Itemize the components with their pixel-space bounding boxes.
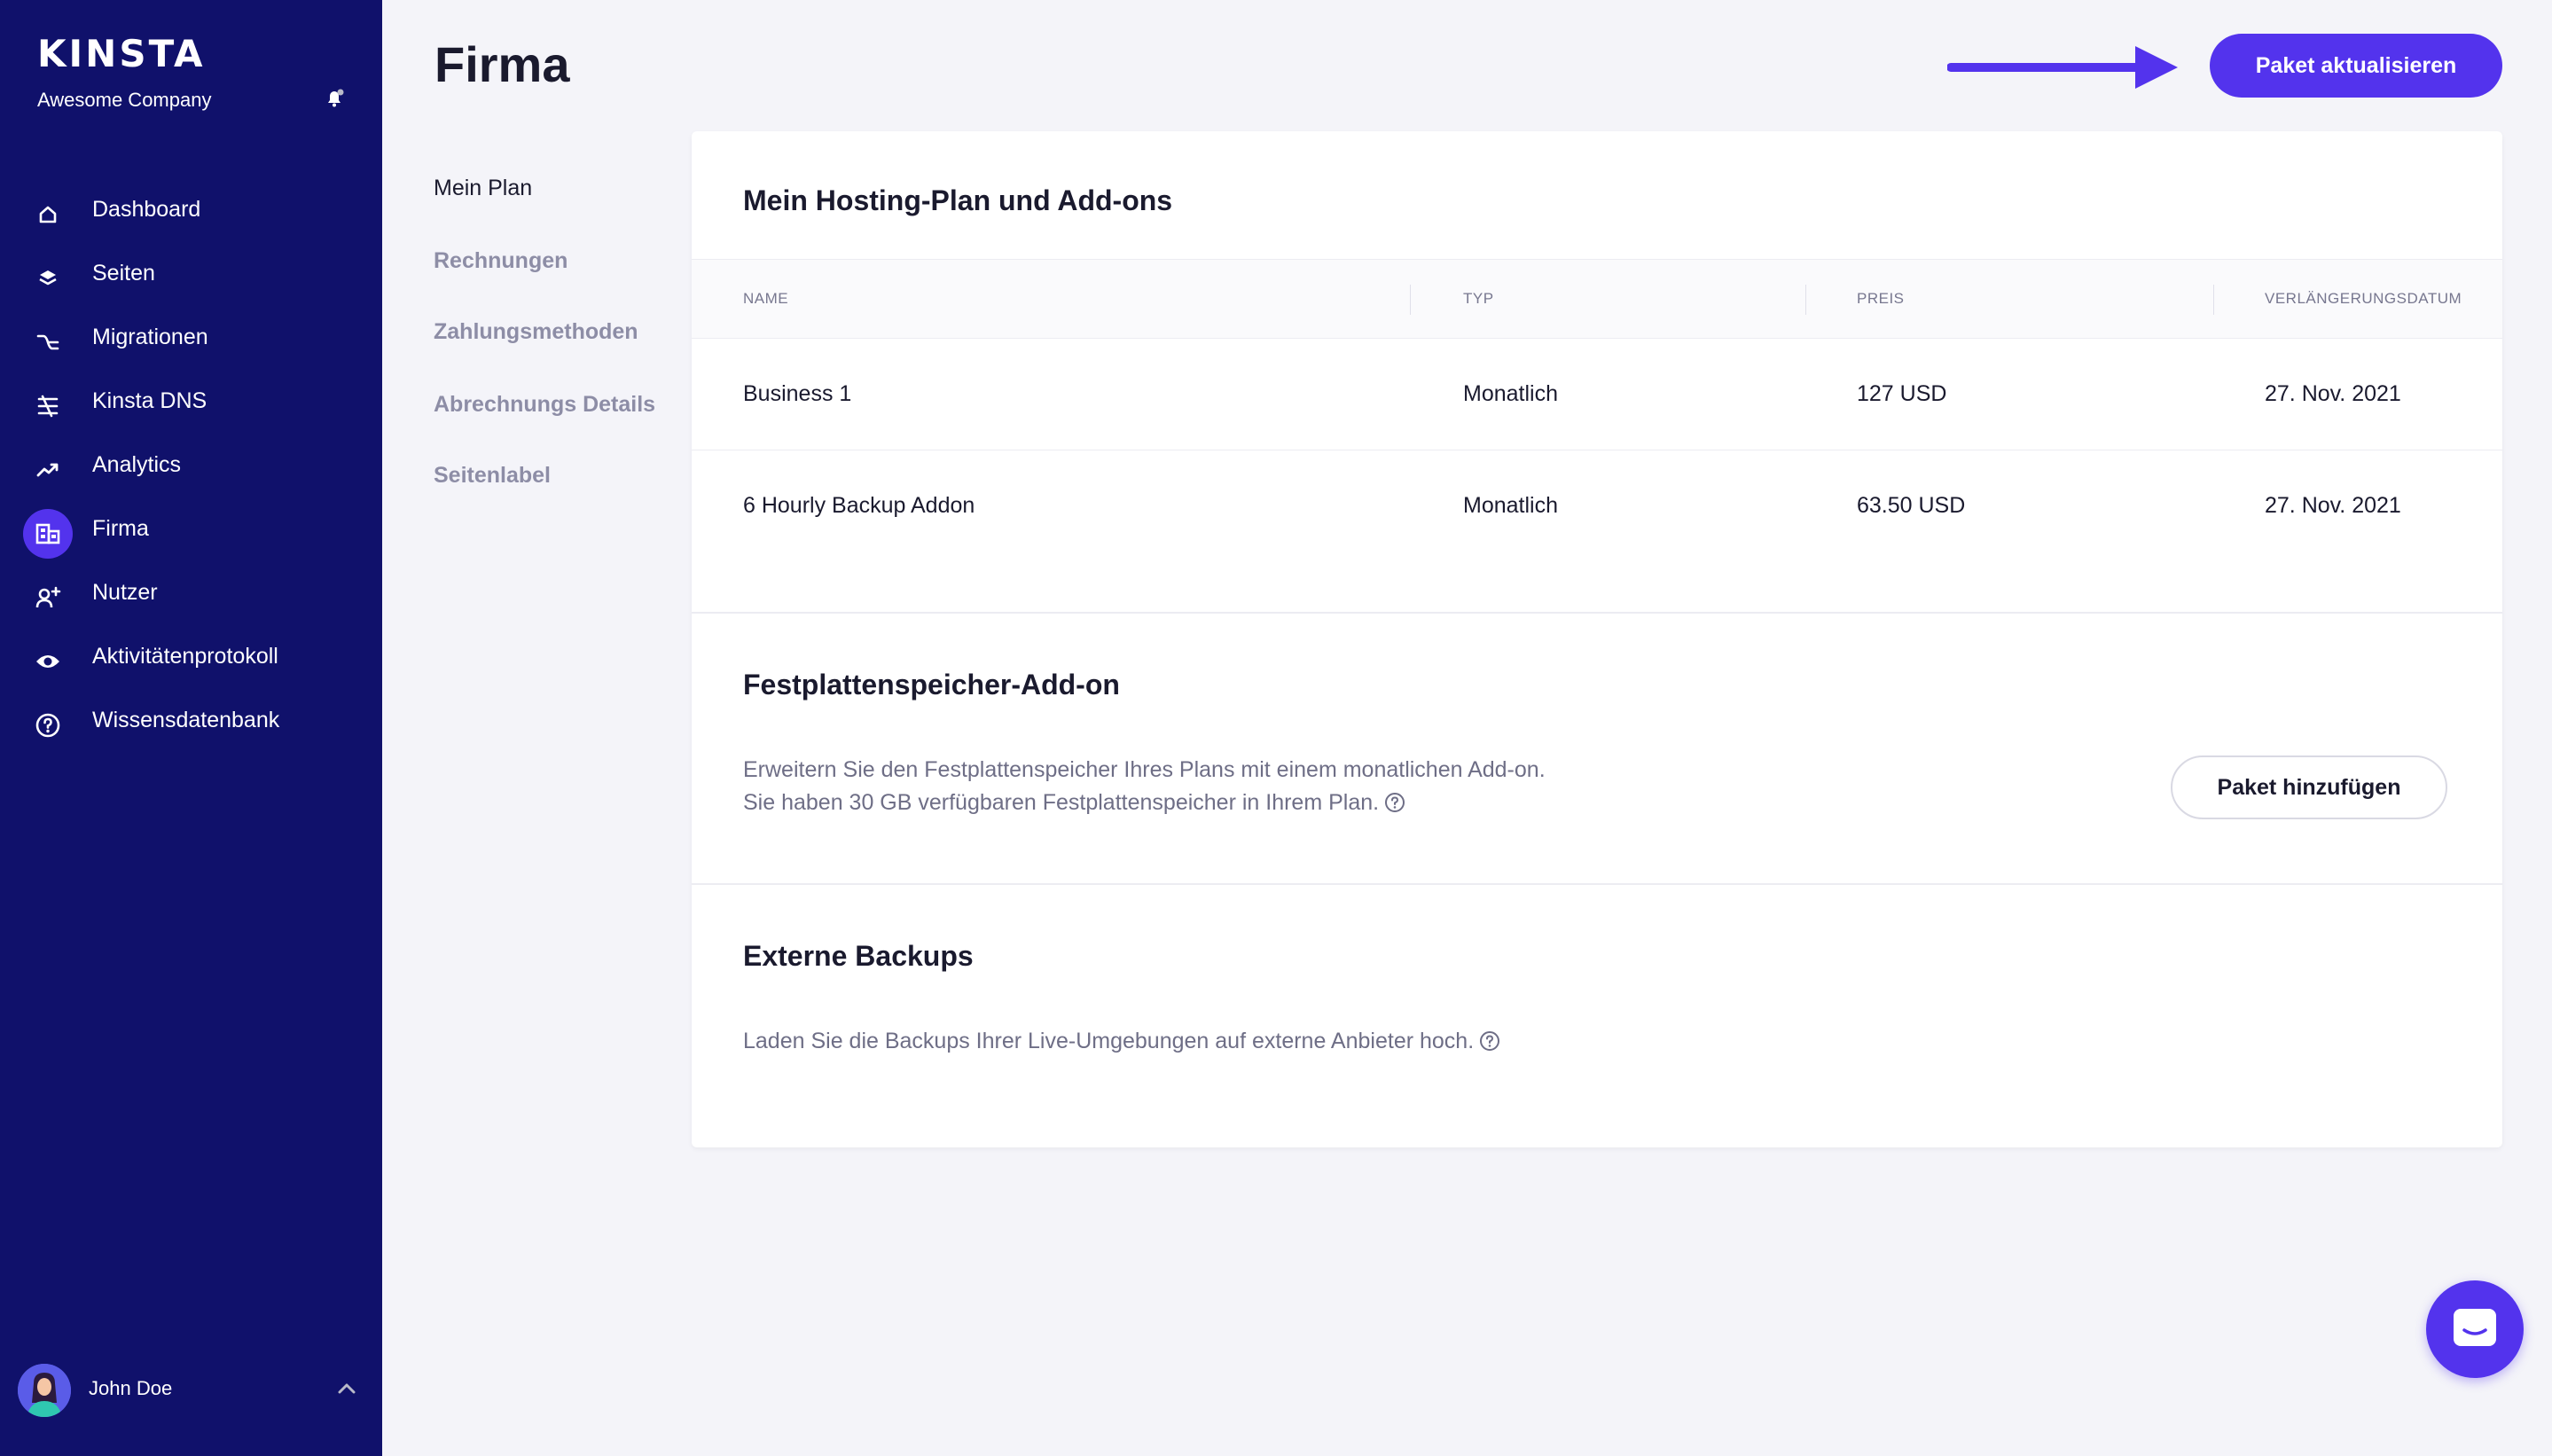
add-user-icon [23,573,73,622]
chevron-up-icon[interactable] [335,1380,358,1397]
disk-description-line: Erweitern Sie den Festplattenspeicher Ih… [743,757,1546,782]
cell-price: 127 USD [1857,381,1947,406]
cell-name: Business 1 [743,381,852,406]
cell-renewal: 27. Nov. 2021 [2265,493,2401,518]
help-icon[interactable] [1479,1030,1500,1052]
nav-label: Nutzer [92,579,158,605]
company-name[interactable]: Awesome Company [37,89,211,112]
column-divider [1805,285,1806,315]
backups-section-title: Externe Backups [743,940,974,972]
section-divider [692,612,2502,614]
nav-label: Aktivitätenprotokoll [92,643,278,669]
nav-item-kinsta-dns[interactable]: Kinsta DNS [0,369,382,433]
nav-label: Seiten [92,260,155,286]
page-title: Firma [434,36,570,92]
main-nav: Dashboard Seiten Migrationen Kinsta DNS [0,177,382,752]
chat-launcher-button[interactable] [2426,1280,2524,1378]
subnav-item-abrechnungs-details[interactable]: Abrechnungs Details [434,392,655,418]
table-row: 6 Hourly Backup Addon Monatlich 63.50 US… [692,450,2502,562]
nav-label: Migrationen [92,324,208,349]
column-header-name[interactable]: NAME [743,290,788,308]
plan-section-title: Mein Hosting-Plan und Add-ons [743,184,1173,216]
disk-section-title: Festplattenspeicher-Add-on [743,669,1120,701]
cell-type: Monatlich [1463,381,1558,406]
nav-item-migrationen[interactable]: Migrationen [0,305,382,369]
help-circle-icon [23,701,73,750]
plan-card: Mein Hosting-Plan und Add-ons NAME TYP P… [692,131,2502,1147]
subnav-item-seitenlabel[interactable]: Seitenlabel [434,463,551,489]
user-name: John Doe [89,1377,173,1399]
nav-item-dashboard[interactable]: Dashboard [0,177,382,241]
subnav-item-zahlungsmethoden[interactable]: Zahlungsmethoden [434,319,638,345]
building-icon [23,509,73,559]
chat-icon [2454,1309,2496,1346]
backups-description: Laden Sie die Backups Ihrer Live-Umgebun… [743,1025,1500,1058]
nav-label: Analytics [92,451,182,477]
nav-label: Dashboard [92,196,201,222]
section-divider [692,883,2502,885]
help-icon[interactable] [1384,792,1405,813]
nav-label: Wissensdatenbank [92,707,280,732]
layers-icon [23,254,73,303]
bell-icon[interactable] [321,85,348,112]
column-header-renewal[interactable]: VERLÄNGERUNGSDATUM [2265,290,2462,308]
user-menu[interactable]: John Doe [0,1360,382,1417]
kinsta-logo[interactable]: KINSTA [37,32,205,75]
column-header-price[interactable]: PREIS [1857,290,1905,308]
subnav-item-rechnungen[interactable]: Rechnungen [434,248,568,274]
nav-item-seiten[interactable]: Seiten [0,241,382,305]
cell-type: Monatlich [1463,493,1558,518]
nav-item-wissensdatenbank[interactable]: Wissensdatenbank [0,688,382,752]
nav-label: Kinsta DNS [92,387,207,413]
dns-icon [23,381,73,431]
cell-name: 6 Hourly Backup Addon [743,493,975,518]
nav-item-firma[interactable]: Firma [0,497,382,560]
add-package-button[interactable]: Paket hinzufügen [2171,755,2447,819]
disk-description-line2: Sie haben 30 GB verfügbaren Festplattens… [743,787,1546,819]
nav-label: Firma [92,515,149,541]
disk-description: Erweitern Sie den Festplattenspeicher Ih… [743,754,1546,819]
migration-icon [23,317,73,367]
subnav-item-mein-plan[interactable]: Mein Plan [434,176,532,201]
arrow-right-icon [1947,46,2178,89]
nav-item-analytics[interactable]: Analytics [0,433,382,497]
sidebar: KINSTA Awesome Company Dashboard Seiten … [0,0,382,1456]
disk-description-text: Sie haben 30 GB verfügbaren Festplattens… [743,790,1380,815]
eye-icon [23,637,73,686]
trend-icon [23,445,73,495]
cell-price: 63.50 USD [1857,493,1966,518]
upgrade-plan-button[interactable]: Paket aktualisieren [2210,34,2502,98]
nav-item-nutzer[interactable]: Nutzer [0,560,382,624]
avatar[interactable] [18,1364,71,1417]
column-divider [1410,285,1411,315]
nav-item-aktivitaetenprotokoll[interactable]: Aktivitätenprotokoll [0,624,382,688]
table-row: Business 1 Monatlich 127 USD 27. Nov. 20… [692,339,2502,450]
cell-renewal: 27. Nov. 2021 [2265,381,2401,406]
backups-description-text: Laden Sie die Backups Ihrer Live-Umgebun… [743,1029,1475,1053]
column-header-type[interactable]: TYP [1463,290,1494,308]
table-header: NAME TYP PREIS VERLÄNGERUNGSDATUM [692,259,2502,339]
home-icon [23,190,73,239]
column-divider [2213,285,2214,315]
